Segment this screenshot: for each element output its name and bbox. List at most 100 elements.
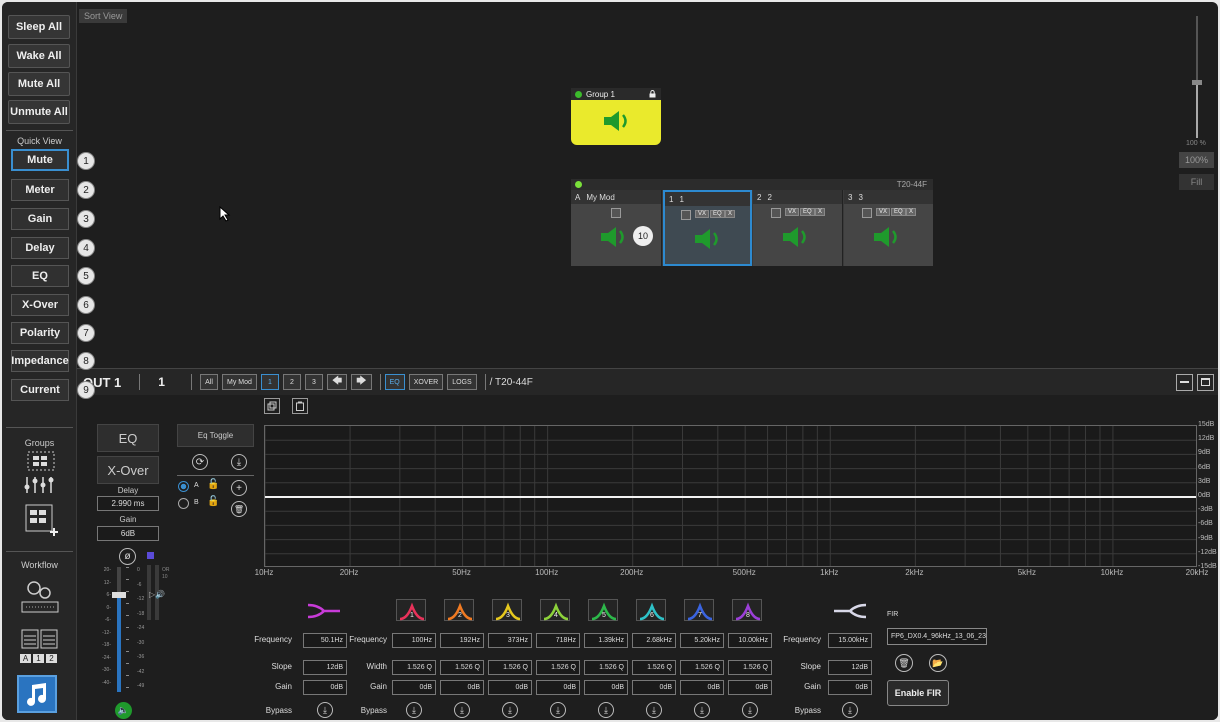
band-7-gain-input[interactable]: 0dB <box>680 680 724 695</box>
band-8-width-input[interactable]: 1.526 Q <box>728 660 772 675</box>
band-6-bypass-button[interactable]: ⤓ <box>646 702 662 718</box>
band-1-bypass-button[interactable]: ⤓ <box>406 702 422 718</box>
fader-handle[interactable] <box>112 592 126 598</box>
group-card[interactable]: Group 1 <box>571 88 661 145</box>
band-6-frequency-input[interactable]: 2.68kHz <box>632 633 676 648</box>
delete-preset-button[interactable]: 🗑 <box>231 501 247 517</box>
select-ch1-button[interactable]: 1 <box>260 374 279 390</box>
quick-view-impedance[interactable]: Impedance <box>11 350 69 372</box>
quick-view-polarity[interactable]: Polarity <box>11 322 69 344</box>
lowpass-icon[interactable] <box>832 601 868 621</box>
band-5-frequency-input[interactable]: 1.39kHz <box>584 633 628 648</box>
unlock-icon[interactable]: 🔓 <box>207 496 219 507</box>
highpass-icon[interactable] <box>306 601 342 621</box>
maximize-panel-button[interactable] <box>1197 373 1214 391</box>
mute-all-button[interactable]: Mute All <box>8 72 70 96</box>
wake-all-button[interactable]: Wake All <box>8 44 70 68</box>
vx-badge[interactable]: VX <box>695 210 710 218</box>
delay-input[interactable]: 2.990 ms <box>97 496 159 511</box>
speaker-icon[interactable] <box>602 109 634 133</box>
band-3-gain-input[interactable]: 0dB <box>488 680 532 695</box>
select-mymod-button[interactable]: My Mod <box>221 374 257 390</box>
band-3-frequency-input[interactable]: 373Hz <box>488 633 532 648</box>
x-badge[interactable]: X <box>815 208 826 216</box>
band-1-frequency-input[interactable]: 100Hz <box>392 633 436 648</box>
badge-a[interactable]: A <box>20 654 31 663</box>
tab-eq[interactable]: EQ <box>384 374 405 390</box>
band-1-icon[interactable]: 1 <box>396 599 426 621</box>
quick-view-current[interactable]: Current <box>11 379 69 401</box>
badge-1[interactable]: 1 <box>33 654 44 663</box>
reset-button[interactable]: ⟳ <box>192 454 208 470</box>
band-1-width-input[interactable]: 1.526 Q <box>392 660 436 675</box>
music-app-button[interactable] <box>17 675 57 713</box>
vx-badge[interactable]: VX <box>785 208 800 216</box>
quick-view-gain[interactable]: Gain <box>11 208 69 230</box>
zoom-fill-button[interactable]: Fill <box>1179 174 1214 190</box>
zoom-100-button[interactable]: 100% <box>1179 152 1214 168</box>
channel-1[interactable]: 11 VX EQ X <box>663 190 752 266</box>
band-6-width-input[interactable]: 1.526 Q <box>632 660 676 675</box>
zoom-slider-track[interactable] <box>1192 16 1202 138</box>
band-7-bypass-button[interactable]: ⤓ <box>694 702 710 718</box>
fir-file-field[interactable]: FP6_DX0.4_96kHz_13_06_23 <box>887 628 987 645</box>
band-2-gain-input[interactable]: 0dB <box>440 680 484 695</box>
eq-badge[interactable]: EQ <box>891 208 906 216</box>
sleep-all-button[interactable]: Sleep All <box>8 15 70 39</box>
quick-view-delay[interactable]: Delay <box>11 237 69 259</box>
group-grid-icon[interactable] <box>27 451 55 471</box>
eq-badge[interactable]: EQ <box>710 210 725 218</box>
band-5-width-input[interactable]: 1.526 Q <box>584 660 628 675</box>
tab-logs[interactable]: LOGS <box>447 374 477 390</box>
band-3-icon[interactable]: 3 <box>492 599 522 621</box>
arrow-left-button[interactable]: 🡄 <box>326 374 348 390</box>
band-5-gain-input[interactable]: 0dB <box>584 680 628 695</box>
band-8-gain-input[interactable]: 0dB <box>728 680 772 695</box>
channel-a[interactable]: A My Mod 10 <box>571 190 662 266</box>
band-3-bypass-button[interactable]: ⤓ <box>502 702 518 718</box>
fir-delete-button[interactable]: 🗑 <box>895 654 913 672</box>
tab-xover[interactable]: XOVER <box>408 374 444 390</box>
lp-frequency-input[interactable]: 15.00kHz <box>828 633 872 648</box>
band-4-gain-input[interactable]: 0dB <box>536 680 580 695</box>
hp-bypass-button[interactable]: ⤓ <box>317 702 333 718</box>
x-badge[interactable]: X <box>725 210 736 218</box>
band-8-icon[interactable]: 8 <box>732 599 762 621</box>
preset-a-radio[interactable] <box>178 481 189 492</box>
speaker-icon[interactable] <box>599 225 631 249</box>
add-group-icon[interactable] <box>25 504 59 538</box>
band-4-bypass-button[interactable]: ⤓ <box>550 702 566 718</box>
band-7-frequency-input[interactable]: 5.20kHz <box>680 633 724 648</box>
zoom-slider-handle[interactable] <box>1192 80 1202 85</box>
band-6-gain-input[interactable]: 0dB <box>632 680 676 695</box>
band-4-width-input[interactable]: 1.526 Q <box>536 660 580 675</box>
lp-bypass-button[interactable]: ⤓ <box>842 702 858 718</box>
band-5-icon[interactable]: 5 <box>588 599 618 621</box>
quick-view-mute[interactable]: Mute <box>11 149 69 171</box>
band-2-frequency-input[interactable]: 192Hz <box>440 633 484 648</box>
group-faders-icon[interactable] <box>23 475 57 495</box>
channel-2[interactable]: 22 VX EQ X <box>753 190 843 266</box>
lp-gain-input[interactable]: 0dB <box>828 680 872 695</box>
gain-input[interactable]: 6dB <box>97 526 159 541</box>
eq-badge[interactable]: EQ <box>800 208 815 216</box>
band-1-gain-input[interactable]: 0dB <box>392 680 436 695</box>
band-2-icon[interactable]: 2 <box>444 599 474 621</box>
select-ch2-button[interactable]: 2 <box>282 374 301 390</box>
x-badge[interactable]: X <box>906 208 917 216</box>
preset-b-radio[interactable] <box>178 498 189 509</box>
eq-toggle-button[interactable]: Eq Toggle <box>177 424 254 447</box>
download-button[interactable]: ⤓ <box>231 454 247 470</box>
module-card[interactable]: T20-44F A My Mod 10 11 VX EQ X 22 VX EQ … <box>571 179 933 266</box>
band-8-frequency-input[interactable]: 10.00kHz <box>728 633 772 648</box>
speaker-icon[interactable] <box>872 225 904 249</box>
vx-badge[interactable]: VX <box>876 208 891 216</box>
select-checkbox[interactable] <box>862 208 872 218</box>
select-all-button[interactable]: All <box>199 374 218 390</box>
band-4-icon[interactable]: 4 <box>540 599 570 621</box>
badge-2[interactable]: 2 <box>46 654 57 663</box>
eq-response-graph[interactable] <box>264 425 1197 567</box>
settings-hardware-icon[interactable] <box>20 578 60 614</box>
band-6-icon[interactable]: 6 <box>636 599 666 621</box>
lock-icon[interactable] <box>649 90 656 98</box>
